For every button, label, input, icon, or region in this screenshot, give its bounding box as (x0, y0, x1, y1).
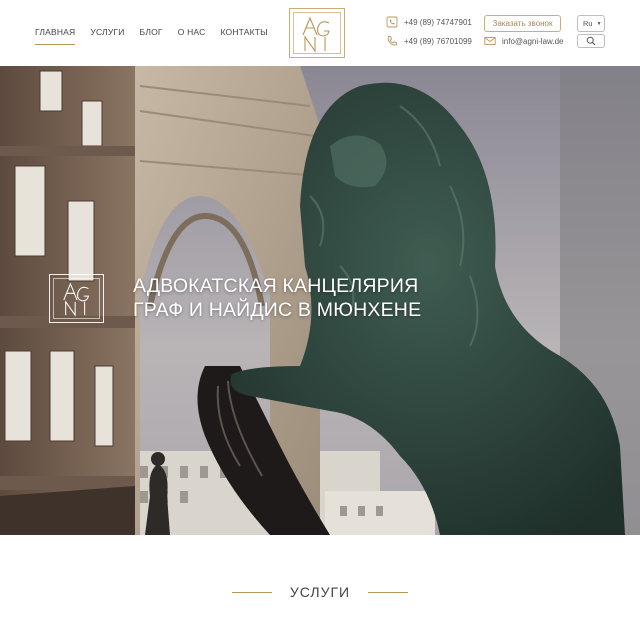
nav-item-blog[interactable]: БЛОГ (140, 27, 163, 45)
hero-banner: АДВОКАТСКАЯ КАНЦЕЛЯРИЯ ГРАФ И НАЙДИС В М… (0, 66, 640, 535)
hero-logo (49, 274, 104, 323)
nav-item-about[interactable]: О НАС (178, 27, 206, 45)
search-icon (586, 36, 596, 46)
email-text: info@agni-law.de (502, 36, 564, 46)
services-title: УСЛУГИ (289, 584, 351, 600)
heading-divider-right (368, 591, 409, 593)
services-section: УСЛУГИ (0, 535, 640, 640)
phone-secondary[interactable]: +49 (89) 76701099 (386, 35, 472, 47)
phone-icon (386, 16, 398, 28)
phone-icon (387, 36, 397, 46)
phone-primary-text: +49 (89) 74747901 (404, 17, 472, 27)
hero-title: АДВОКАТСКАЯ КАНЦЕЛЯРИЯ ГРАФ И НАЙДИС В М… (133, 274, 421, 322)
email-link[interactable]: info@agni-law.de (484, 35, 564, 47)
main-nav: ГЛАВНАЯ УСЛУГИ БЛОГ О НАС КОНТАКТЫ (35, 27, 283, 45)
hero-title-line2: ГРАФ И НАЙДИС В МЮНХЕНЕ (133, 299, 422, 321)
search-button[interactable] (577, 34, 605, 48)
hero-title-line1: АДВОКАТСКАЯ КАНЦЕЛЯРИЯ (133, 275, 419, 297)
caret-down-icon: ▼ (596, 20, 602, 27)
language-select[interactable]: Ru ▼ (577, 15, 605, 32)
phone-primary[interactable]: +49 (89) 74747901 (386, 16, 472, 28)
request-call-button[interactable]: Заказать звонок (484, 15, 561, 32)
phone-secondary-text: +49 (89) 76701099 (404, 36, 472, 46)
nav-item-contacts[interactable]: КОНТАКТЫ (220, 27, 267, 45)
site-logo[interactable] (289, 8, 345, 58)
logo-monogram (302, 16, 330, 53)
heading-divider-left (231, 591, 272, 593)
hero-logo-monogram (63, 282, 90, 317)
nav-item-services[interactable]: УСЛУГИ (90, 27, 124, 45)
services-heading: УСЛУГИ (0, 584, 640, 600)
language-value: Ru (583, 19, 593, 28)
site-header: ГЛАВНАЯ УСЛУГИ БЛОГ О НАС КОНТАКТЫ +49 (… (0, 0, 640, 66)
envelope-icon (484, 37, 496, 45)
nav-item-home[interactable]: ГЛАВНАЯ (35, 27, 76, 45)
